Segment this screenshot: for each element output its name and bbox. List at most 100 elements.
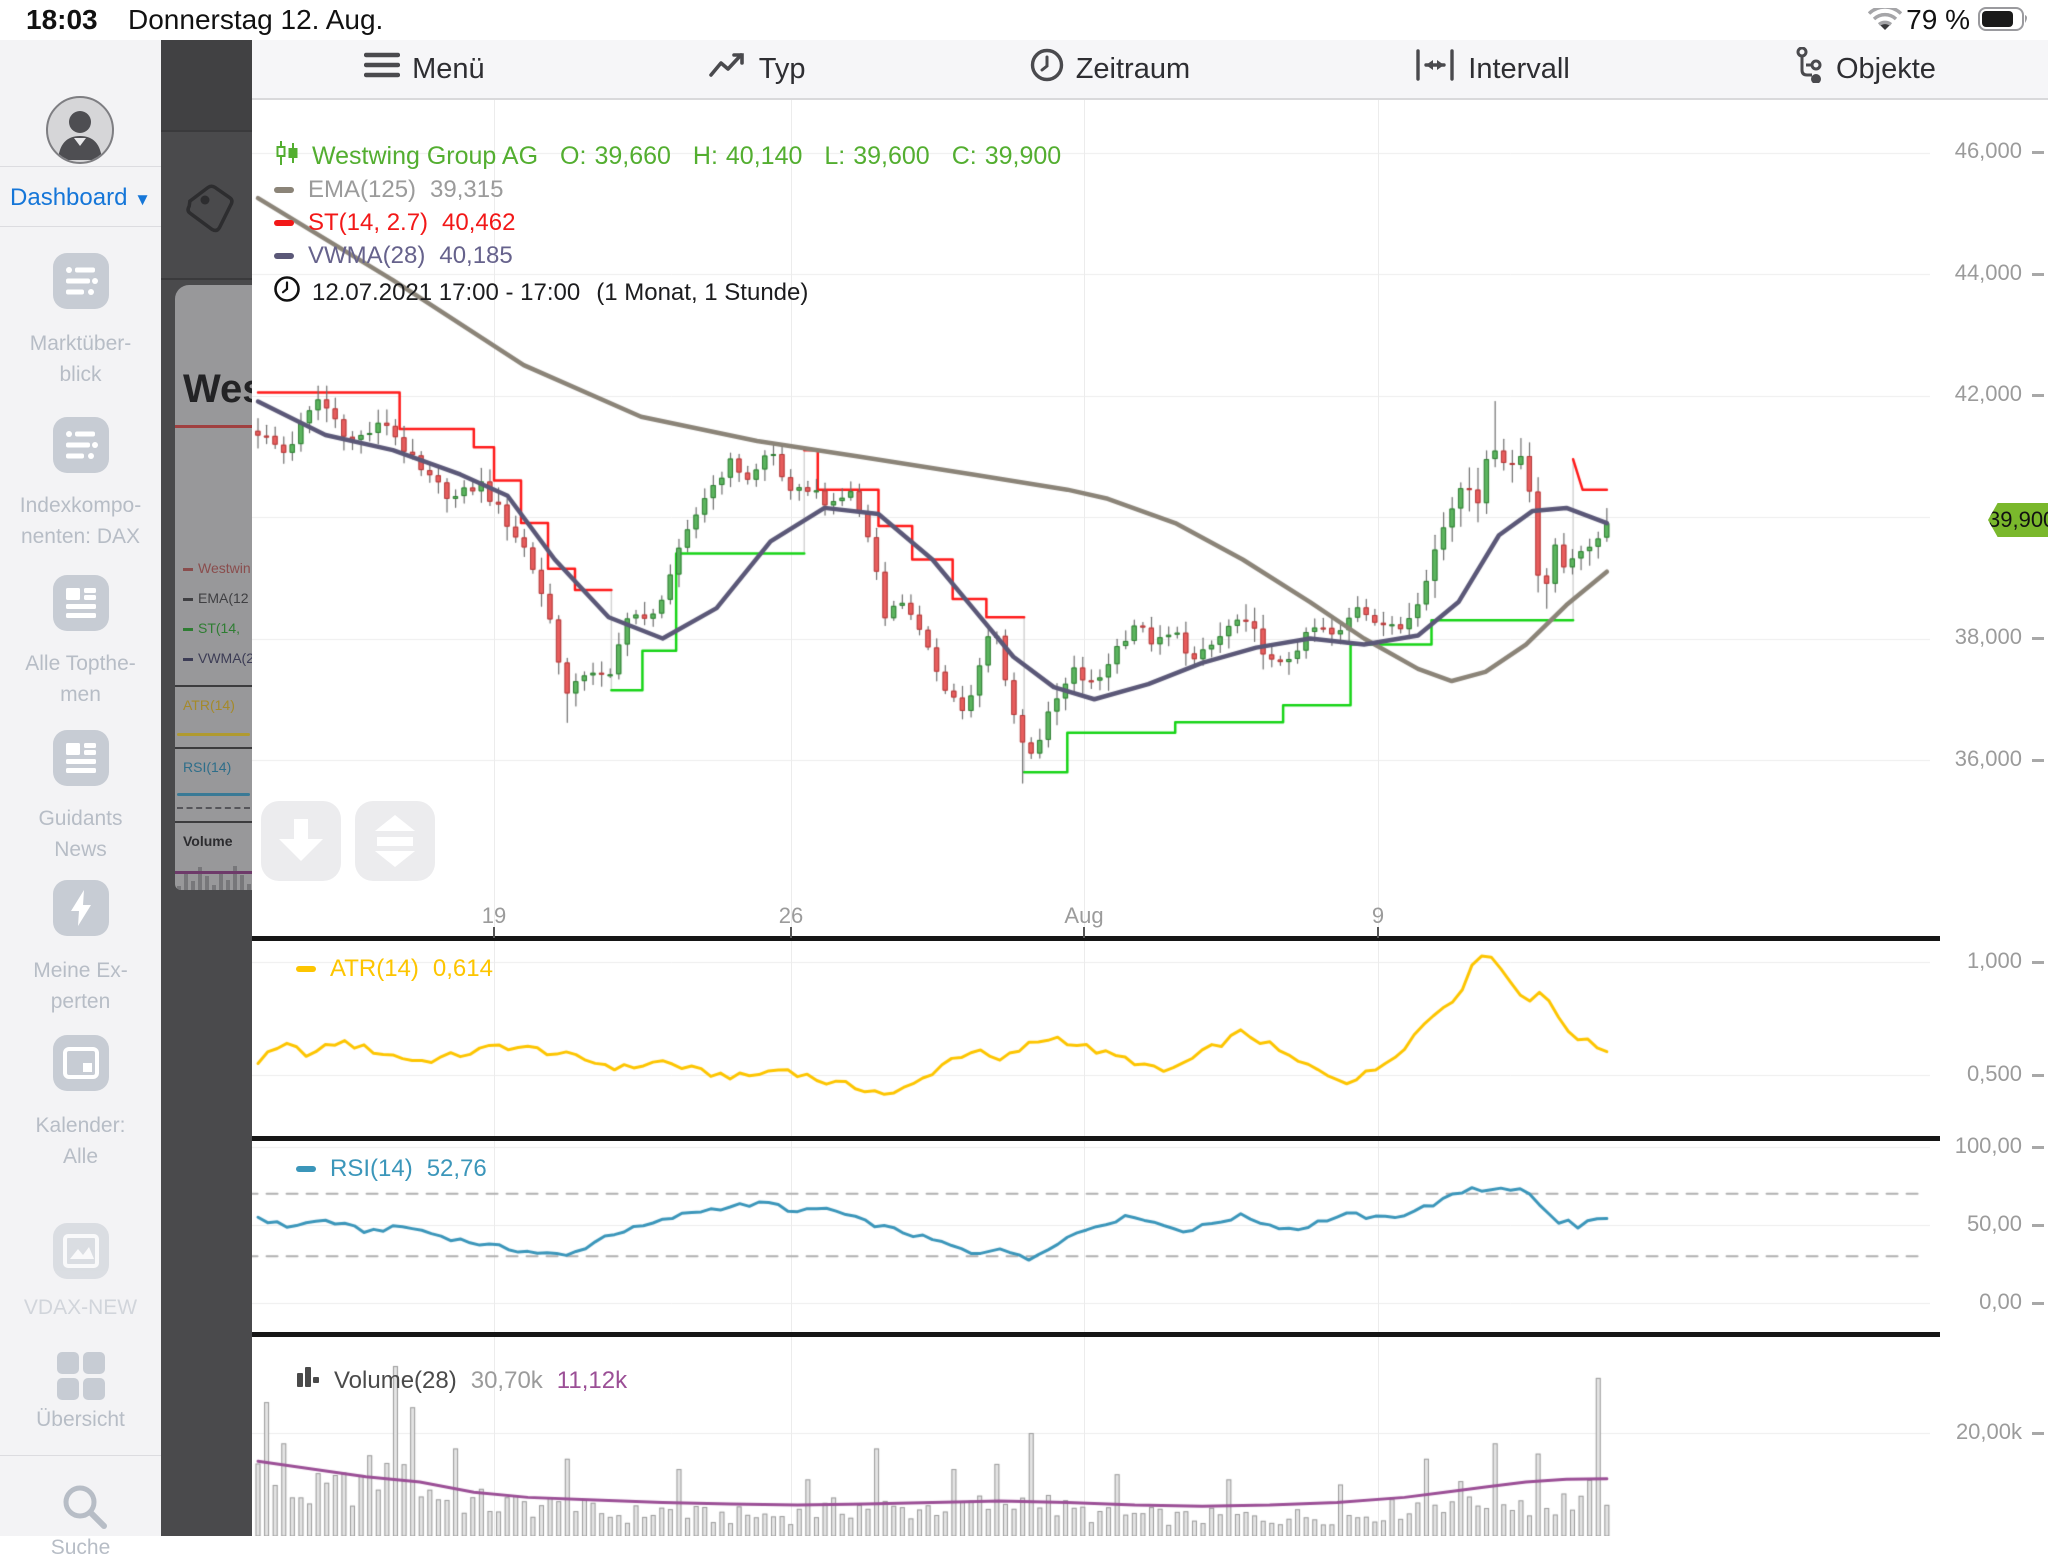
dashboard-label: Dashboard bbox=[10, 184, 127, 211]
sidebar-item-meine-experten[interactable] bbox=[0, 880, 161, 941]
chevron-down-icon: ▼ bbox=[134, 190, 151, 209]
atr-axis-label: 0,500 bbox=[1936, 1061, 2022, 1087]
price-axis-label: 42,000 bbox=[1936, 381, 2022, 407]
atr-legend[interactable]: ATR(14) 0,614 bbox=[296, 955, 493, 983]
mini-rsi-dashed bbox=[177, 807, 250, 809]
axis-tick bbox=[2032, 961, 2044, 964]
legend-vwma-row[interactable]: VWMA(28) 40,185 bbox=[274, 242, 513, 270]
mini-legend-row: EMA(12 bbox=[183, 590, 249, 606]
axis-tick bbox=[2032, 151, 2044, 154]
expand-panels-button[interactable] bbox=[355, 801, 435, 881]
panel-separator[interactable] bbox=[252, 936, 1940, 941]
legend-ema-row[interactable]: EMA(125) 39,315 bbox=[274, 176, 503, 204]
atr-axis-label: 1,000 bbox=[1936, 948, 2022, 974]
interval-icon bbox=[1414, 49, 1456, 89]
rsi-axis-label: 50,00 bbox=[1936, 1211, 2022, 1237]
rsi-panel-canvas[interactable] bbox=[252, 1142, 1930, 1332]
legend-close-value: 39,900 bbox=[985, 142, 1061, 171]
legend-period-info: (1 Monat, 1 Stunde) bbox=[596, 279, 808, 307]
ema-swatch-icon bbox=[274, 187, 294, 193]
x-axis-label: Aug bbox=[1064, 903, 1103, 929]
dashboard-selector[interactable]: Dashboard ▼ bbox=[0, 184, 161, 212]
news-icon bbox=[53, 575, 109, 631]
news-icon bbox=[53, 730, 109, 786]
legend-ema-value: 39,315 bbox=[430, 176, 503, 204]
volume-axis-label: 20,00k bbox=[1936, 1419, 2022, 1445]
sidebar-item-label: Marktüber-blick bbox=[0, 328, 161, 390]
axis-tick bbox=[2032, 637, 2044, 640]
grid-icon bbox=[53, 1348, 109, 1404]
divider bbox=[0, 166, 161, 167]
legend-open-label: O: bbox=[560, 142, 586, 171]
sidebar-item-label: Übersicht bbox=[0, 1404, 161, 1435]
x-axis-tick bbox=[790, 927, 792, 938]
x-axis-label: 19 bbox=[482, 903, 506, 929]
atr-label: ATR(14) bbox=[330, 955, 419, 983]
toolbar-interval-button[interactable]: Intervall bbox=[1414, 49, 1570, 89]
toolbar-objects-label: Objekte bbox=[1836, 53, 1936, 86]
legend-vwma-value: 40,185 bbox=[439, 242, 512, 270]
price-axis-label: 44,000 bbox=[1936, 260, 2022, 286]
bar-chart-icon bbox=[296, 1365, 322, 1396]
atr-panel-canvas[interactable] bbox=[252, 942, 1930, 1136]
toolbar-period-button[interactable]: Zeitraum bbox=[1030, 48, 1190, 90]
sidebar-item-alle-topthemen[interactable] bbox=[0, 575, 161, 636]
legend-vwma-label: VWMA(28) bbox=[308, 242, 425, 270]
volume-value: 30,70k bbox=[471, 1367, 543, 1395]
rsi-label: RSI(14) bbox=[330, 1155, 413, 1183]
price-axis-label: 46,000 bbox=[1936, 138, 2022, 164]
panel-separator[interactable] bbox=[252, 1332, 1940, 1337]
x-axis-tick bbox=[1377, 927, 1379, 938]
mini-rsi-label: RSI(14) bbox=[183, 759, 231, 775]
sidebar-item-kalender-alle[interactable] bbox=[0, 1035, 161, 1096]
legend-close-label: C: bbox=[952, 142, 977, 171]
price-axis-label: 36,000 bbox=[1936, 746, 2022, 772]
toolbar-objects-button[interactable]: Objekte bbox=[1794, 47, 1936, 91]
sidebar: Dashboard ▼ Marktüber-blickIndexkompo-ne… bbox=[0, 40, 161, 1536]
divider bbox=[0, 226, 161, 227]
legend-low-value: 39,600 bbox=[853, 142, 929, 171]
guidants-app: 18:03 Donnerstag 12. Aug. 79 % Dashboard… bbox=[0, 0, 2048, 1536]
toolbar-menu-button[interactable]: Menü bbox=[364, 51, 485, 87]
image-icon bbox=[53, 1223, 109, 1279]
mini-chart-widget[interactable]: Wes WestwinEMA(12ST(14, VWMA(2 ATR(14) R… bbox=[175, 285, 252, 890]
legend-symbol-row[interactable]: Westwing Group AG O:39,660 H:40,140 L:39… bbox=[274, 140, 1061, 173]
mini-legend-row: Westwin bbox=[183, 560, 251, 576]
last-price-badge: 39,900 bbox=[1988, 503, 2048, 537]
objects-icon bbox=[1794, 47, 1824, 91]
avatar[interactable] bbox=[46, 96, 114, 164]
mini-volume-bars bbox=[175, 863, 252, 890]
axis-tick bbox=[2032, 273, 2044, 276]
sidebar-item-uebersicht[interactable] bbox=[0, 1348, 161, 1409]
dimmed-panel-header bbox=[161, 40, 252, 130]
mini-atr-label: ATR(14) bbox=[183, 697, 235, 713]
toolbar-type-button[interactable]: Typ bbox=[709, 51, 806, 87]
clock-icon bbox=[1030, 48, 1064, 90]
sidebar-item-vdax-new[interactable] bbox=[0, 1223, 161, 1284]
panel-separator[interactable] bbox=[252, 1136, 1940, 1141]
mini-legend-row: VWMA(2 bbox=[183, 650, 252, 666]
hamburger-icon bbox=[364, 51, 400, 87]
rsi-legend[interactable]: RSI(14) 52,76 bbox=[296, 1155, 487, 1183]
volume-legend[interactable]: Volume(28) 30,70k 11,12k bbox=[296, 1365, 627, 1396]
price-axis-label: 38,000 bbox=[1936, 624, 2022, 650]
legend-low-label: L: bbox=[824, 142, 845, 171]
axis-tick bbox=[2032, 1074, 2044, 1077]
chart-type-icon bbox=[709, 51, 747, 87]
legend-period-row: 12.07.2021 17:00 - 17:00 (1 Monat, 1 Stu… bbox=[274, 276, 808, 309]
sidebar-item-indexkomponenten-dax[interactable] bbox=[0, 417, 161, 478]
volume-label: Volume(28) bbox=[334, 1367, 457, 1395]
atr-value: 0,614 bbox=[433, 955, 493, 983]
calendar-icon bbox=[53, 1035, 109, 1091]
legend-st-row[interactable]: ST(14, 2.7) 40,462 bbox=[274, 209, 515, 237]
volume-ma-value: 11,12k bbox=[557, 1367, 627, 1395]
sidebar-item-guidants-news[interactable] bbox=[0, 730, 161, 791]
sidebar-item-suche[interactable] bbox=[0, 1478, 161, 1539]
mini-widget-title: Wes bbox=[183, 367, 252, 412]
download-chart-button[interactable] bbox=[261, 801, 341, 881]
battery-percent: 79 % bbox=[1906, 4, 1970, 36]
candlestick-icon bbox=[274, 140, 300, 173]
status-bar: 18:03 Donnerstag 12. Aug. 79 % bbox=[0, 0, 2048, 40]
legend-open-value: 39,660 bbox=[594, 142, 670, 171]
sidebar-item-marktueberblick[interactable] bbox=[0, 253, 161, 314]
